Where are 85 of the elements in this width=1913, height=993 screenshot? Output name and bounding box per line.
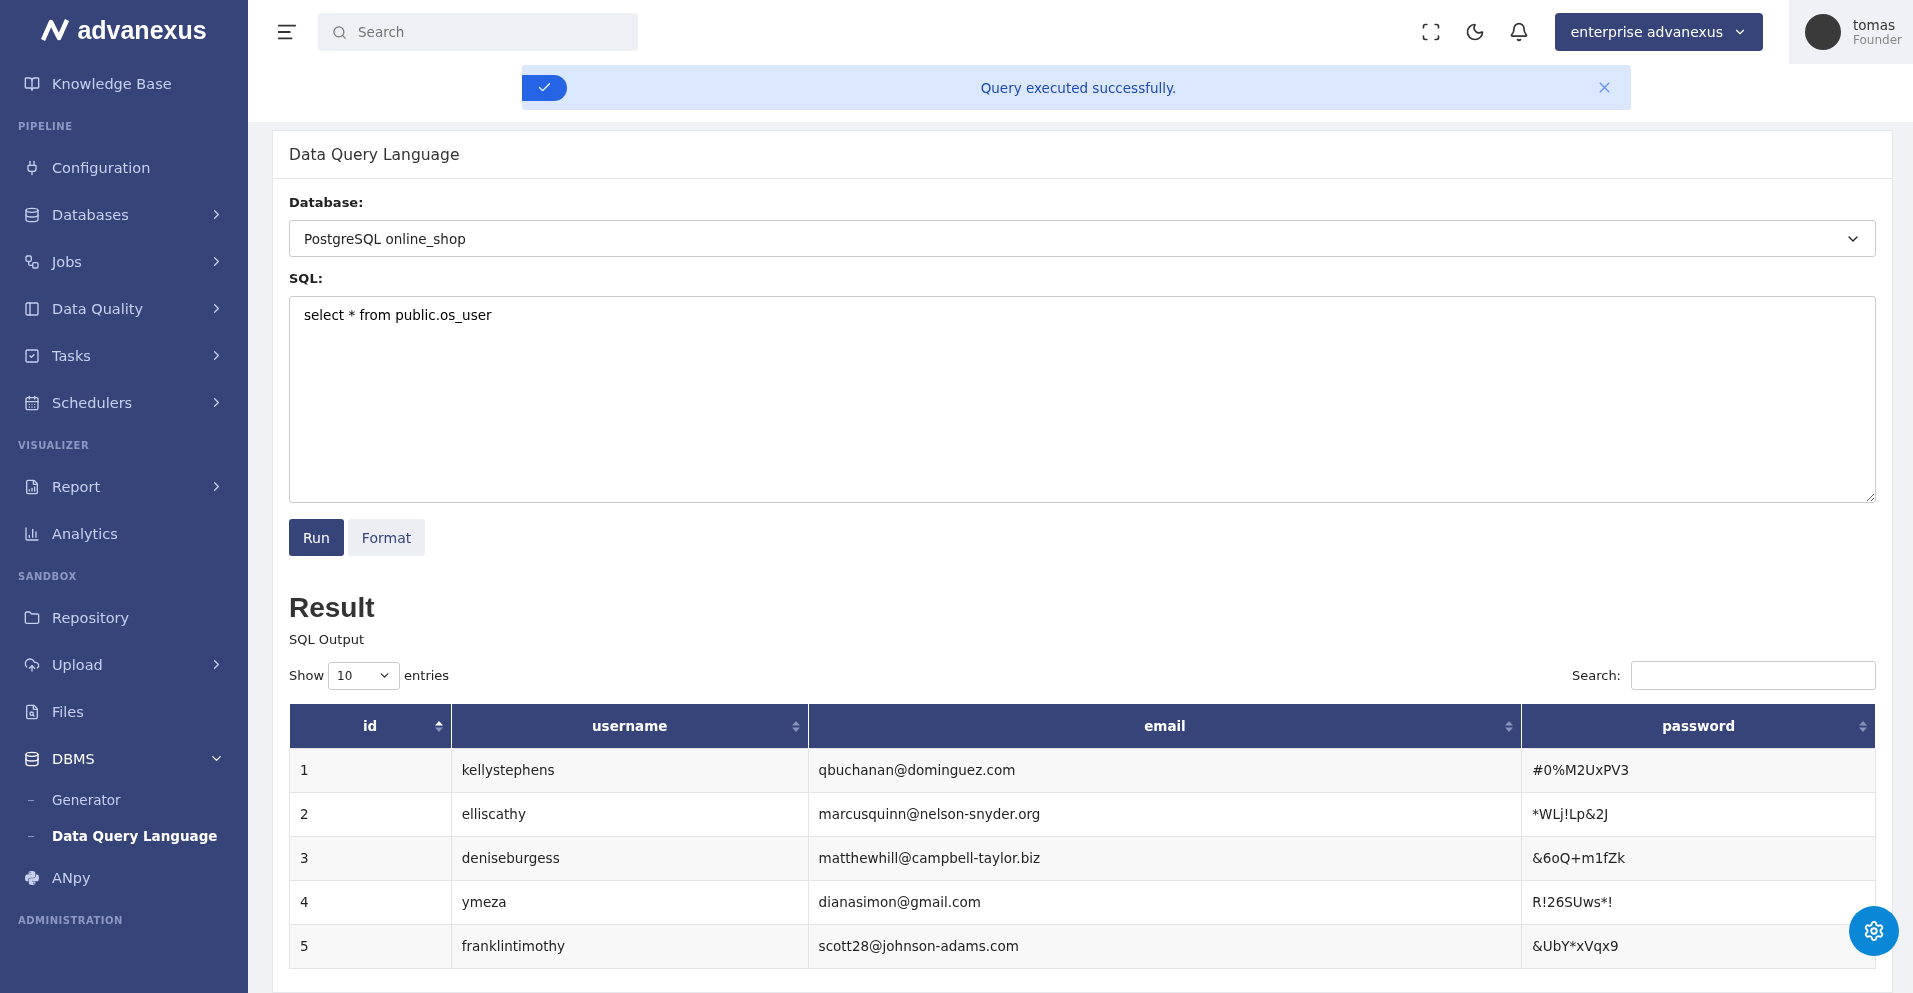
sidebar-item[interactable]: DBMS (0, 735, 248, 782)
sidebar-item-icon (24, 750, 40, 767)
sql-label: SQL: (289, 271, 324, 286)
sidebar-item-icon (24, 300, 40, 317)
table-search-field[interactable] (1631, 661, 1876, 690)
table-cell: kellystephens (451, 748, 809, 792)
avatar (1805, 14, 1841, 50)
check-icon (522, 74, 567, 101)
sidebar-item-icon (24, 347, 40, 364)
database-select[interactable]: PostgreSQL online_shop (289, 220, 1876, 257)
sidebar-item[interactable]: Repository (0, 594, 248, 641)
sidebar-item-icon (24, 525, 40, 542)
sidebar-item[interactable]: Tasks (0, 332, 248, 379)
sidebar-item[interactable]: Knowledge Base (0, 60, 248, 107)
run-button[interactable]: Run (289, 519, 344, 556)
sidebar-item[interactable]: ANpy (0, 854, 248, 901)
sidebar-item[interactable]: Upload (0, 641, 248, 688)
table-cell: &6oQ+m1fZk (1521, 836, 1876, 880)
user-menu[interactable]: tomas Founder (1789, 0, 1913, 64)
format-button[interactable]: Format (347, 519, 426, 556)
table-cell: matthewhill@campbell-taylor.biz (808, 836, 1522, 880)
submenu-item[interactable]: Generator (0, 782, 248, 818)
table-cell: 4 (289, 880, 452, 924)
result-subtitle: SQL Output (289, 632, 366, 647)
sidebar-item[interactable]: Data Quality (0, 285, 248, 332)
table-cell: ymeza (451, 880, 809, 924)
table-cell: marcusquinn@nelson-snyder.org (808, 792, 1522, 836)
sidebar-item[interactable]: Schedulers (0, 379, 248, 426)
column-header[interactable]: username (451, 704, 809, 748)
entries-label: entries (404, 668, 450, 683)
sidebar-item-icon (24, 159, 40, 176)
sidebar-item-icon (24, 609, 40, 626)
sidebar-item-icon (24, 206, 40, 223)
sidebar-item-icon (24, 75, 40, 92)
sidebar-item-icon (24, 869, 40, 886)
show-label: Show (289, 668, 325, 683)
table-cell: elliscathy (451, 792, 809, 836)
section-label: VISUALIZER (17, 439, 91, 453)
settings-icon (1863, 920, 1885, 942)
column-header[interactable]: password (1521, 704, 1876, 748)
search-field[interactable]: Search (318, 13, 638, 51)
table-cell: #0%M2UxPV3 (1521, 748, 1876, 792)
user-role: Founder (1853, 33, 1902, 47)
sidebar-item-icon (24, 253, 40, 270)
alert-message: Query executed successfully. (979, 79, 1178, 96)
table-cell: dianasimon@gmail.com (808, 880, 1522, 924)
section-label: SANDBOX (17, 570, 78, 584)
table-cell: 5 (289, 924, 452, 968)
sort-icon[interactable] (434, 721, 443, 732)
table-cell: 1 (289, 748, 452, 792)
table-cell: *WLj!Lp&2J (1521, 792, 1876, 836)
sidebar-item[interactable]: Configuration (0, 144, 248, 191)
table-cell: R!26SUws*! (1521, 880, 1876, 924)
table-cell: 2 (289, 792, 452, 836)
sidebar-item[interactable]: Analytics (0, 510, 248, 557)
sidebar-item-icon (24, 478, 40, 495)
section-label: PIPELINE (17, 120, 74, 134)
column-header[interactable]: email (808, 704, 1522, 748)
card-title: Data Query Language (273, 131, 1892, 179)
column-header[interactable]: id (289, 704, 452, 748)
section-label: ADMINISTRATION (17, 914, 124, 928)
user-name: tomas (1853, 17, 1896, 33)
table-cell: franklintimothy (451, 924, 809, 968)
page-size-select[interactable]: 10 (328, 661, 401, 690)
table-cell: 3 (289, 836, 452, 880)
search-label: Search: (1571, 668, 1621, 683)
database-label: Database: (289, 195, 365, 210)
table-cell: qbuchanan@dominguez.com (808, 748, 1522, 792)
submenu-item[interactable]: Data Query Language (0, 818, 248, 854)
sidebar-item-icon (24, 703, 40, 720)
logo-icon (41, 18, 72, 42)
table-cell: &UbY*xVqx9 (1521, 924, 1876, 968)
sidebar-item[interactable]: Databases (0, 191, 248, 238)
sidebar-item-icon (24, 394, 40, 411)
sidebar-item-icon (24, 656, 40, 673)
sidebar-item[interactable]: Files (0, 688, 248, 735)
brand-name: advanexus (77, 15, 207, 45)
result-heading: Result (289, 592, 376, 624)
sql-editor[interactable]: select * from public.os_user (289, 296, 1876, 503)
table-cell: deniseburgess (451, 836, 809, 880)
sidebar-item[interactable]: Jobs (0, 238, 248, 285)
search-icon (332, 25, 347, 40)
sidebar-item[interactable]: Report (0, 463, 248, 510)
organization-dropdown[interactable]: enterprise advanexus (1554, 13, 1763, 51)
table-cell: scott28@johnson-adams.com (808, 924, 1522, 968)
